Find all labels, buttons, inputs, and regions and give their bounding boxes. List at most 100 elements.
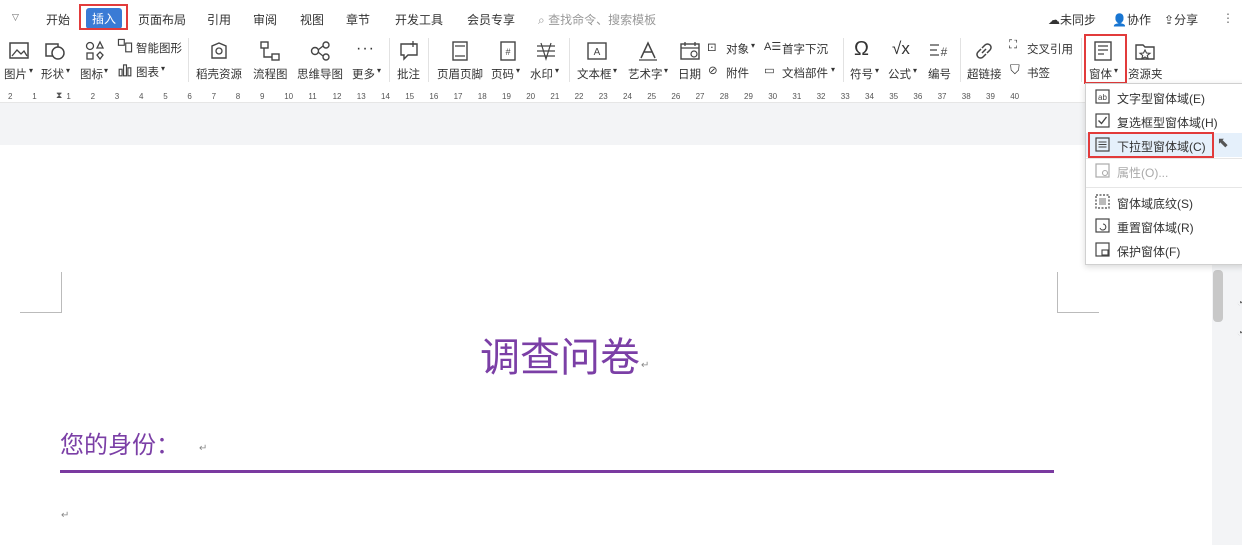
svg-text:#: # [505, 47, 510, 57]
textbox-icon[interactable]: A [586, 40, 608, 62]
drop-cap-icon[interactable]: A☰ [764, 40, 781, 53]
tab-view[interactable]: 视图 [300, 11, 324, 28]
cross-ref-icon[interactable]: ⛶ [1009, 39, 1017, 52]
hyperlink-icon[interactable] [973, 40, 995, 62]
chart-icon[interactable] [117, 62, 133, 78]
svg-text:A: A [594, 47, 601, 58]
page-number-icon[interactable]: # [497, 40, 519, 62]
ruler-tick-label: 8 [235, 92, 241, 101]
bookmark-button[interactable]: 书签 [1027, 65, 1050, 81]
share-button[interactable]: ⇪分享 [1164, 11, 1198, 28]
document-title[interactable]: 调查问卷 [440, 325, 680, 383]
tab-page-layout[interactable]: 页面布局 [138, 11, 186, 28]
more-dots-icon[interactable]: ··· [356, 40, 375, 58]
text-field-icon: ab [1095, 89, 1110, 104]
numbering-icon[interactable]: # [928, 40, 950, 62]
menu-item-text-field[interactable]: ab 文字型窗体域(E) [1086, 85, 1242, 109]
identity-heading[interactable]: 您的身份： [60, 425, 180, 460]
menu-item-reset-fields[interactable]: 重置窗体域(R) [1086, 214, 1242, 238]
user-icon: 👤 [1112, 13, 1127, 27]
tab-section[interactable]: 章节 [346, 11, 370, 28]
symbol-icon[interactable]: Ω [854, 38, 869, 61]
header-footer-icon[interactable] [449, 40, 471, 62]
form-button-highlight [1084, 34, 1127, 84]
more-button[interactable]: 更多 [352, 66, 375, 82]
smart-graphic-icon[interactable] [117, 38, 133, 54]
flowchart-icon[interactable] [259, 40, 281, 62]
form-dropdown-menu: ab 文字型窗体域(E) 复选框型窗体域(H) 下拉型窗体域(C) 属性(O).… [1085, 83, 1242, 265]
ruler-tick-label: 15 [405, 92, 415, 101]
wordart-button[interactable]: 艺术字 [628, 66, 663, 82]
doc-parts-button[interactable]: 文档部件 [782, 65, 828, 81]
comment-icon[interactable] [398, 40, 420, 62]
tab-start[interactable]: 开始 [46, 11, 70, 28]
numbering-button[interactable]: 编号 [928, 66, 951, 82]
flowchart-button[interactable]: 流程图 [253, 66, 288, 82]
ruler-tick-label: 18 [477, 92, 487, 101]
ruler-tick-label: 39 [986, 92, 995, 101]
mindmap-button[interactable]: 思维导图 [297, 66, 343, 82]
date-button[interactable]: 日期 [678, 66, 701, 82]
shape-icon[interactable] [44, 40, 66, 62]
side-tool-icon[interactable]: ◔ [1237, 298, 1242, 309]
tab-member[interactable]: 会员专享 [467, 11, 515, 28]
resources-icon[interactable] [1134, 40, 1156, 62]
chevron-down-icon: ▾ [161, 64, 166, 73]
smart-graphic-button[interactable]: 智能图形 [136, 40, 182, 56]
attachment-icon[interactable]: ⊘ [708, 63, 718, 77]
paragraph-mark: ↵ [641, 360, 650, 371]
docer-icon[interactable] [208, 40, 230, 62]
svg-text:ab: ab [1098, 93, 1107, 102]
sync-button[interactable]: ☁未同步 [1048, 11, 1096, 28]
watermark-icon[interactable] [535, 40, 557, 62]
symbol-button[interactable]: 符号 [850, 66, 873, 82]
date-icon[interactable] [679, 40, 701, 62]
picture-icon[interactable] [8, 40, 30, 62]
paragraph-mark: ↵ [199, 443, 208, 454]
menu-item-protect-form[interactable]: 保护窗体(F) [1086, 238, 1242, 262]
formula-button[interactable]: 公式 [888, 66, 911, 82]
icons-button[interactable]: 图标 [80, 66, 103, 82]
ruler-tick-label: 7 [211, 92, 217, 101]
object-button[interactable]: 对象 [726, 41, 749, 57]
header-footer-button[interactable]: 页眉页脚 [437, 66, 483, 82]
attachment-button[interactable]: 附件 [726, 65, 749, 81]
hyperlink-button[interactable]: 超链接 [967, 66, 1002, 82]
more-icon[interactable]: ⋮ [1222, 11, 1234, 25]
chart-button[interactable]: 图表 [136, 64, 159, 80]
comment-button[interactable]: 批注 [397, 66, 420, 82]
page-number-button[interactable]: 页码 [491, 66, 514, 82]
object-icon[interactable]: ⊡ [707, 40, 717, 54]
menu-item-field-shading[interactable]: 窗体域底纹(S) [1086, 190, 1242, 214]
wordart-icon[interactable] [637, 40, 659, 62]
search-input[interactable]: 查找命令、搜索模板 [548, 13, 656, 27]
shape-button[interactable]: 形状 [41, 66, 64, 82]
horizontal-ruler[interactable] [0, 90, 1242, 103]
formula-icon[interactable]: √x [892, 39, 910, 59]
heading-underline [60, 470, 1054, 473]
tab-references[interactable]: 引用 [207, 11, 231, 28]
docer-button[interactable]: 稻壳资源 [196, 66, 242, 82]
textbox-button[interactable]: 文本框 [577, 66, 612, 82]
cross-ref-button[interactable]: 交叉引用 [1027, 41, 1073, 57]
picture-button[interactable]: 图片 [4, 66, 27, 82]
chevron-down-icon[interactable]: ▽ [12, 12, 19, 23]
menu-item-checkbox-field[interactable]: 复选框型窗体域(H) [1086, 109, 1242, 133]
watermark-button[interactable]: 水印 [530, 66, 553, 82]
mindmap-icon[interactable] [309, 40, 331, 62]
side-tool-icon[interactable]: ◔ [1237, 328, 1242, 339]
tab-developer[interactable]: 开发工具 [395, 11, 443, 28]
doc-parts-icon[interactable]: ▭ [764, 63, 775, 77]
indent-marker-icon[interactable]: ⧗ [56, 90, 62, 101]
collab-button[interactable]: 👤协作 [1112, 11, 1151, 28]
vertical-scrollbar[interactable] [1213, 270, 1223, 322]
resources-button[interactable]: 资源夹 [1128, 66, 1163, 82]
bookmark-icon[interactable]: ⛉ [1010, 62, 1020, 78]
command-search[interactable]: ⌕ 查找命令、搜索模板 [538, 11, 656, 28]
menu-item-properties[interactable]: 属性(O)... [1086, 159, 1242, 183]
ruler-tick-label: 35 [889, 92, 899, 101]
tab-review[interactable]: 审阅 [253, 11, 277, 28]
drop-cap-button[interactable]: 首字下沉 [782, 41, 828, 57]
ruler-tick-label: 25 [647, 92, 657, 101]
icons-icon[interactable] [84, 40, 106, 62]
